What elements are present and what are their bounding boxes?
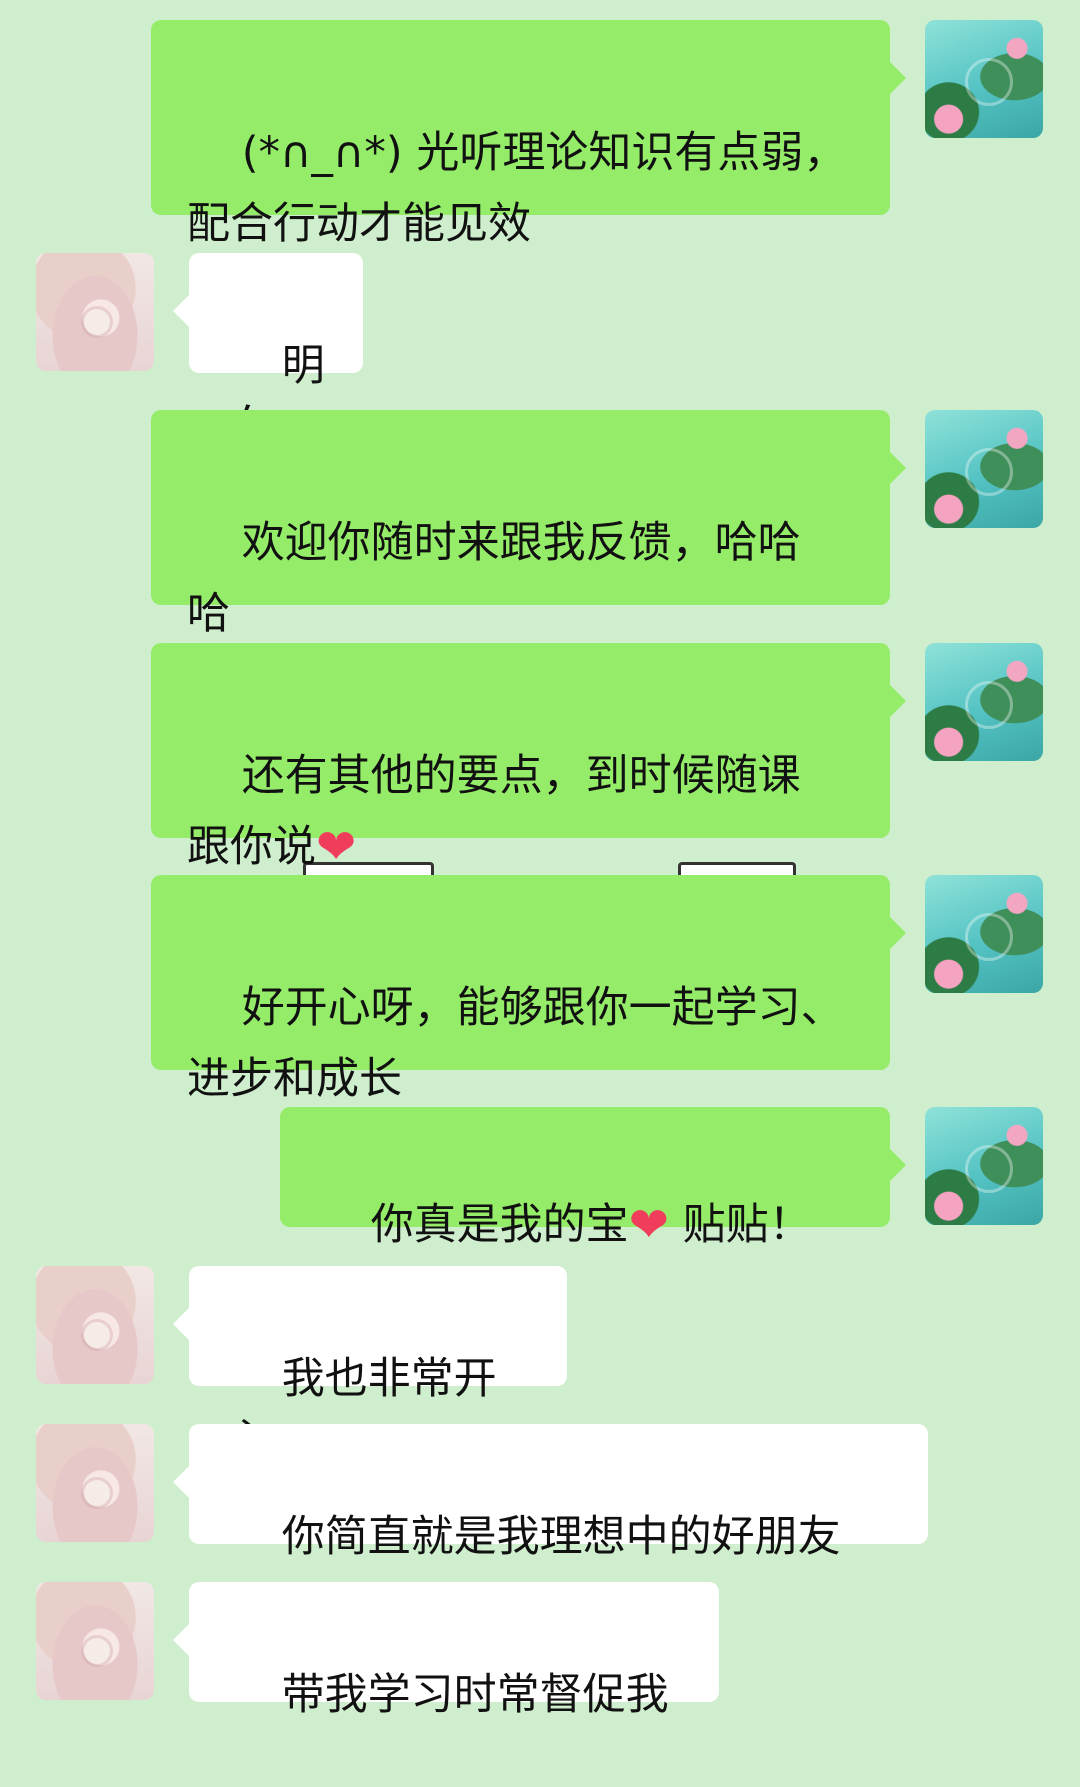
message-bubble-other[interactable]: 我也非常开心 [173, 1266, 567, 1465]
self-avatar[interactable] [925, 410, 1043, 528]
self-avatar[interactable] [925, 20, 1043, 138]
other-avatar[interactable] [36, 253, 154, 371]
message-text: 好开心呀，能够跟你一起学习、 进步和成长 [187, 983, 844, 1104]
message-text: 你真是我的宝 [370, 1200, 629, 1250]
message-bubble-self[interactable]: 还有其他的要点，到时候随课 跟你说❤ [151, 643, 906, 872]
self-avatar[interactable] [925, 643, 1043, 761]
chat-area: (*∩_∩*) 光听理论知识有点弱， 配合行动才能见效 明白 欢迎你随时来跟我反… [0, 0, 1080, 1734]
message-bubble-self[interactable]: 欢迎你随时来跟我反馈，哈哈 哈 [151, 410, 906, 639]
message-text: (*∩_∩*) 光听理论知识有点弱， 配合行动才能见效 [187, 128, 847, 249]
self-avatar[interactable] [925, 875, 1043, 993]
message-text: 你简直就是我理想中的好朋友 [281, 1512, 841, 1562]
message-text: 欢迎你随时来跟我反馈，哈哈 哈 [187, 518, 801, 639]
heart-icon: ❤ [316, 819, 357, 875]
message-text: 带我学习时常督促我 [281, 1670, 669, 1720]
other-avatar[interactable] [36, 1582, 154, 1700]
message-bubble-self[interactable]: (*∩_∩*) 光听理论知识有点弱， 配合行动才能见效 [151, 20, 906, 249]
message-bubble-self[interactable]: 你真是我的宝❤ 贴贴！ [280, 1107, 906, 1250]
message-bubble-other[interactable]: 带我学习时常督促我 [173, 1582, 719, 1720]
message-bubble-other[interactable]: 你简直就是我理想中的好朋友 [173, 1424, 928, 1562]
self-avatar[interactable] [925, 1107, 1043, 1225]
other-avatar[interactable] [36, 1266, 154, 1384]
message-bubble-other[interactable]: 明白 [173, 253, 363, 452]
message-text: 还有其他的要点，到时候随课 跟你说 [187, 751, 801, 872]
message-text-after: 贴贴！ [668, 1200, 812, 1250]
message-bubble-self[interactable]: 好开心呀，能够跟你一起学习、 进步和成长 [151, 875, 906, 1104]
other-avatar[interactable] [36, 1424, 154, 1542]
heart-icon: ❤ [628, 1197, 669, 1253]
